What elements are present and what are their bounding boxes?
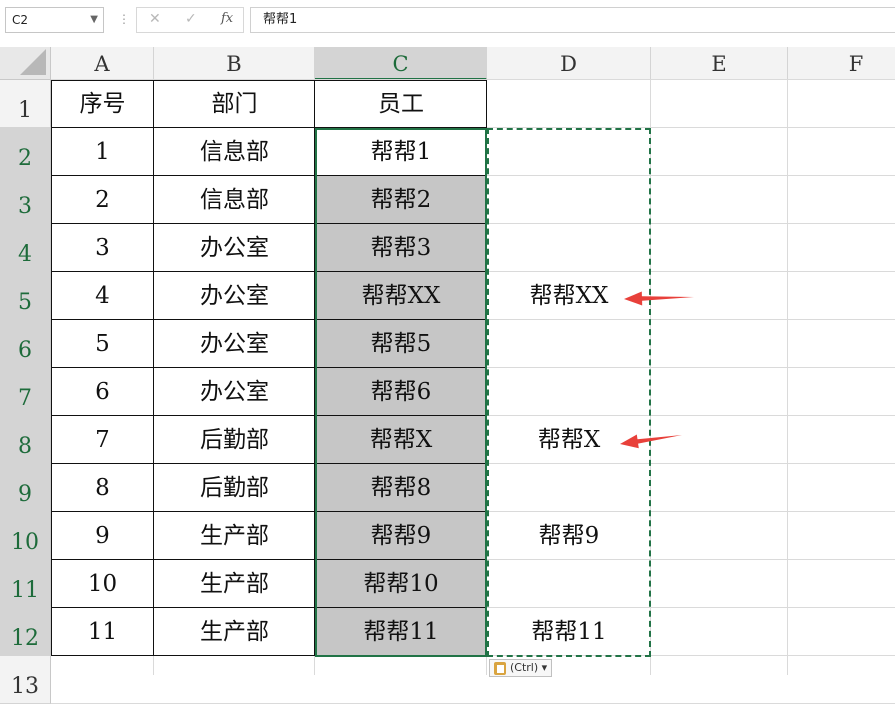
dept-cell[interactable]: 办公室 <box>154 368 315 416</box>
select-all-triangle-icon <box>20 49 46 75</box>
row-header-10[interactable]: 10 <box>0 512 51 560</box>
row-header-11[interactable]: 11 <box>0 560 51 608</box>
dept-cell[interactable]: 办公室 <box>154 320 315 368</box>
row-header-6[interactable]: 6 <box>0 320 51 368</box>
vertical-dots-icon: ⋮ <box>118 12 130 26</box>
cancel-icon[interactable]: ✕ <box>149 11 161 27</box>
dept-cell[interactable]: 后勤部 <box>154 416 315 464</box>
seq-cell[interactable]: 4 <box>51 272 154 320</box>
dept-cell[interactable]: 生产部 <box>154 608 315 656</box>
seq-cell[interactable]: 7 <box>51 416 154 464</box>
row-header-4[interactable]: 4 <box>0 224 51 272</box>
row-header-5[interactable]: 5 <box>0 272 51 320</box>
dept-cell[interactable]: 信息部 <box>154 128 315 176</box>
selection-border <box>315 128 487 657</box>
check-icon[interactable]: ✓ <box>185 11 197 27</box>
seq-cell[interactable]: 10 <box>51 560 154 608</box>
column-header-d[interactable]: D <box>487 47 651 80</box>
dept-cell[interactable]: 办公室 <box>154 224 315 272</box>
dept-cell[interactable]: 生产部 <box>154 560 315 608</box>
column-header-c[interactable]: C <box>315 47 487 80</box>
fx-icon[interactable]: fx <box>221 11 233 26</box>
header-cell[interactable]: 序号 <box>51 80 154 128</box>
header-cell[interactable]: 员工 <box>315 80 487 128</box>
seq-cell[interactable]: 5 <box>51 320 154 368</box>
column-header-e[interactable]: E <box>651 47 788 80</box>
seq-cell[interactable]: 9 <box>51 512 154 560</box>
select-all-corner[interactable] <box>0 47 51 80</box>
row-header-3[interactable]: 3 <box>0 176 51 224</box>
clipboard-icon <box>494 662 506 675</box>
row-header-1[interactable]: 1 <box>0 80 51 128</box>
seq-cell[interactable]: 1 <box>51 128 154 176</box>
chevron-down-icon[interactable]: ▼ <box>90 8 98 32</box>
name-box-value: C2 <box>12 13 29 27</box>
seq-cell[interactable]: 6 <box>51 368 154 416</box>
row-header-8[interactable]: 8 <box>0 416 51 464</box>
paste-options-label: (Ctrl) <box>510 661 539 674</box>
seq-cell[interactable]: 11 <box>51 608 154 656</box>
header-cell[interactable]: 部门 <box>154 80 315 128</box>
row-header-13[interactable]: 13 <box>0 656 51 704</box>
column-header-a[interactable]: A <box>51 47 154 80</box>
dept-cell[interactable]: 办公室 <box>154 272 315 320</box>
row-header-7[interactable]: 7 <box>0 368 51 416</box>
column-header-f[interactable]: F <box>788 47 895 80</box>
dept-cell[interactable]: 信息部 <box>154 176 315 224</box>
formula-buttons: ✕ ✓ fx <box>136 7 244 33</box>
seq-cell[interactable]: 2 <box>51 176 154 224</box>
name-box[interactable]: C2 ▼ <box>5 7 104 33</box>
dept-cell[interactable]: 生产部 <box>154 512 315 560</box>
seq-cell[interactable]: 3 <box>51 224 154 272</box>
formula-bar: C2 ▼ ⋮ ✕ ✓ fx 帮帮1 <box>0 0 895 44</box>
formula-input[interactable]: 帮帮1 <box>250 7 895 33</box>
row-header-12[interactable]: 12 <box>0 608 51 656</box>
column-gridline <box>787 80 788 675</box>
column-header-b[interactable]: B <box>154 47 315 80</box>
row-header-9[interactable]: 9 <box>0 464 51 512</box>
seq-cell[interactable]: 8 <box>51 464 154 512</box>
paste-options-button[interactable]: (Ctrl) ▾ <box>489 659 552 677</box>
copy-marquee <box>487 128 651 657</box>
dept-cell[interactable]: 后勤部 <box>154 464 315 512</box>
row-header-2[interactable]: 2 <box>0 128 51 176</box>
